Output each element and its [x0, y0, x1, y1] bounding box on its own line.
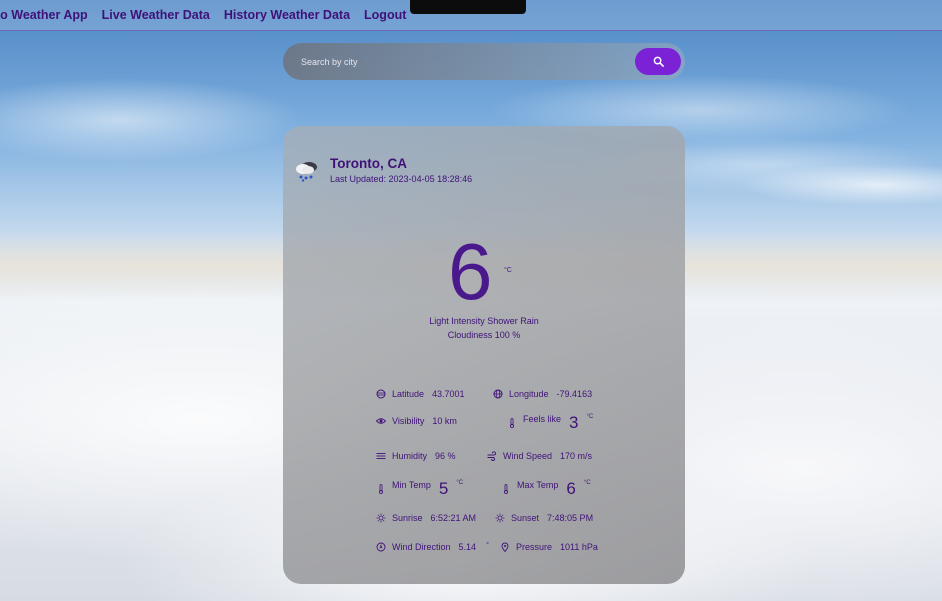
screen-notch — [410, 0, 526, 14]
sunrise-value: 6:52:21 AM — [430, 513, 477, 523]
pressure-value: 1011 hPa — [560, 542, 598, 552]
wind-direction-value: 5.14 — [458, 542, 477, 552]
nav-home-link[interactable]: to Weather App — [0, 8, 88, 22]
stat-wind-direction: Wind Direction 5.14 ° — [376, 542, 489, 552]
last-updated: Last Updated: 2023-04-05 18:28:46 — [330, 174, 473, 184]
latitude-value: 43.7001 — [432, 389, 465, 399]
latitude-icon — [376, 389, 386, 399]
humidity-value: 96 % — [435, 451, 456, 461]
temperature-unit: °C — [504, 267, 512, 274]
stat-feels-like: Feels like 3 °C — [507, 414, 593, 431]
stat-visibility: Visibility 10 km — [376, 416, 457, 426]
search-button[interactable] — [635, 48, 681, 75]
weather-description: Light Intensity Shower Rain — [429, 316, 539, 326]
wind-speed-value: 170 m/s — [560, 451, 593, 461]
thermometer-icon — [504, 483, 508, 494]
longitude-value: -79.4163 — [556, 389, 593, 399]
stat-sunrise: Sunrise 6:52:21 AM — [376, 513, 476, 523]
visibility-value: 10 km — [432, 416, 457, 426]
nav-logout-link[interactable]: Logout — [364, 8, 406, 22]
stat-max-temp: Max Temp 6 °C — [501, 480, 591, 497]
min-temp-value: 5 — [438, 479, 449, 498]
search-icon — [653, 56, 664, 67]
sunrise-label: Sunrise — [392, 513, 423, 523]
min-temp-unit: °C — [456, 480, 464, 486]
search-bar — [283, 43, 685, 80]
thermometer-icon — [379, 483, 383, 494]
wind-direction-label: Wind Direction — [392, 542, 451, 552]
wind-icon — [487, 451, 497, 461]
max-temp-value: 6 — [566, 479, 576, 498]
cloudiness: Cloudiness 100 % — [447, 330, 521, 340]
feels-like-label: Feels like — [523, 414, 562, 424]
sun-icon — [495, 513, 505, 523]
latitude-label: Latitude — [392, 389, 425, 399]
rain-cloud-icon — [296, 162, 317, 182]
feels-like-value: 3 — [569, 413, 579, 432]
eye-icon — [376, 418, 386, 424]
feels-like-unit: °C — [586, 414, 594, 420]
longitude-label: Longitude — [509, 389, 549, 399]
max-temp-unit: °C — [583, 480, 591, 486]
sun-icon — [376, 513, 386, 523]
weather-card: Toronto, CA Last Updated: 2023-04-05 18:… — [283, 126, 685, 584]
globe-icon — [493, 389, 503, 399]
current-temperature: 6 — [448, 227, 493, 316]
pressure-label: Pressure — [516, 542, 553, 552]
visibility-label: Visibility — [392, 416, 425, 426]
wind-direction-unit: ° — [486, 542, 489, 549]
stat-humidity: Humidity 96 % — [376, 451, 456, 461]
pressure-pin-icon — [501, 542, 509, 552]
sunset-value: 7:48:05 PM — [547, 513, 594, 523]
max-temp-label: Max Temp — [517, 480, 559, 490]
min-temp-label: Min Temp — [392, 480, 431, 490]
thermometer-icon — [510, 417, 514, 428]
humidity-label: Humidity — [392, 451, 428, 461]
stat-min-temp: Min Temp 5 °C — [376, 480, 463, 497]
stat-sunset: Sunset 7:48:05 PM — [495, 513, 593, 523]
humidity-icon — [376, 453, 386, 459]
stat-wind-speed: Wind Speed 170 m/s — [487, 451, 592, 461]
stat-longitude: Longitude -79.4163 — [493, 389, 592, 399]
wind-speed-label: Wind Speed — [503, 451, 553, 461]
stat-pressure: Pressure 1011 hPa — [500, 542, 598, 552]
search-input[interactable] — [283, 43, 635, 80]
city-name: Toronto, CA — [330, 156, 407, 171]
sunset-label: Sunset — [511, 513, 540, 523]
nav-history-weather-link[interactable]: History Weather Data — [224, 8, 350, 22]
compass-icon — [376, 542, 386, 552]
stat-latitude: Latitude 43.7001 — [376, 389, 465, 399]
nav-live-weather-link[interactable]: Live Weather Data — [102, 8, 210, 22]
